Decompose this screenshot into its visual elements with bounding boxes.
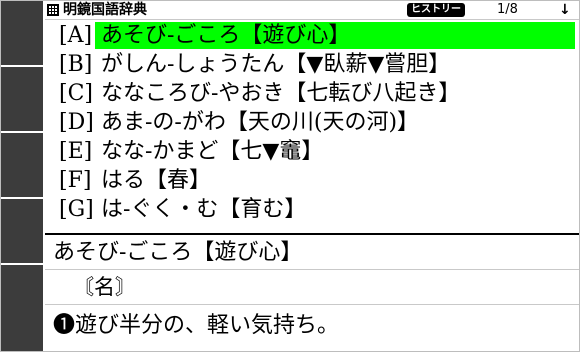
list-item-key: [C] [59, 81, 93, 106]
list-item-text: ななころび-やおき【七転び八起き】 [101, 81, 461, 106]
list-item-key: [D] [59, 110, 94, 135]
list-item[interactable]: [E] なな-かまど【七▼竈】 [45, 137, 579, 166]
main-content: 明鏡国語辞典 ヒストリー 1/8 ↓ [A] あそび-ごころ【遊び心】 [B] … [45, 1, 579, 351]
list-item-text: は-ぐく・む【育む】 [101, 197, 307, 222]
list-item[interactable]: [A] あそび-ごころ【遊び心】 [45, 21, 579, 50]
dictionary-title: 明鏡国語辞典 [63, 2, 147, 18]
detail-separator [45, 269, 579, 270]
detail-separator [45, 304, 579, 305]
list-item-key: [B] [59, 52, 93, 77]
list-item[interactable]: [C] ななころび-やおき【七転び八起き】 [45, 79, 579, 108]
pane-divider [45, 233, 579, 235]
side-button-5[interactable] [1, 265, 43, 331]
side-button-3[interactable] [1, 133, 43, 199]
list-item-key: [G] [59, 197, 94, 222]
list-item-text: はる【春】 [101, 168, 212, 193]
scroll-down-arrow-icon[interactable]: ↓ [559, 1, 571, 19]
list-item-text: あそび-ごころ【遊び心】 [101, 23, 351, 48]
side-button-2[interactable] [1, 67, 43, 133]
list-item-key: [F] [59, 168, 92, 193]
list-item-text: がしん-しょうたん【▼臥薪▼嘗胆】 [101, 52, 451, 77]
side-button-4[interactable] [1, 199, 43, 265]
list-item[interactable]: [B] がしん-しょうたん【▼臥薪▼嘗胆】 [45, 50, 579, 79]
detail-headword: あそび-ごころ【遊び心】 [53, 240, 303, 265]
list-item-text: なな-かまど【七▼竈】 [101, 139, 324, 164]
result-list: [A] あそび-ごころ【遊び心】 [B] がしん-しょうたん【▼臥薪▼嘗胆】 [… [45, 21, 579, 233]
list-item-key: [A] [59, 23, 93, 48]
list-item-key: [E] [59, 139, 93, 164]
page-counter: 1/8 [497, 2, 518, 17]
side-button-bar [1, 1, 43, 351]
list-item-text: あま-の-がわ【天の川(天の河)】 [101, 110, 420, 135]
history-button[interactable]: ヒストリー [407, 3, 465, 17]
part-of-speech: 〘名〙 [73, 275, 136, 299]
dictionary-window: 明鏡国語辞典 ヒストリー 1/8 ↓ [A] あそび-ごころ【遊び心】 [B] … [0, 0, 580, 352]
definition-text: ❶遊び半分の、軽い気持ち。 [53, 313, 340, 338]
side-button-1[interactable] [1, 1, 43, 67]
title-bar: 明鏡国語辞典 ヒストリー 1/8 ↓ [45, 1, 579, 20]
list-item[interactable]: [G] は-ぐく・む【育む】 [45, 195, 579, 224]
dictionary-grid-icon [47, 4, 59, 16]
list-item[interactable]: [D] あま-の-がわ【天の川(天の河)】 [45, 108, 579, 137]
list-item[interactable]: [F] はる【春】 [45, 166, 579, 195]
